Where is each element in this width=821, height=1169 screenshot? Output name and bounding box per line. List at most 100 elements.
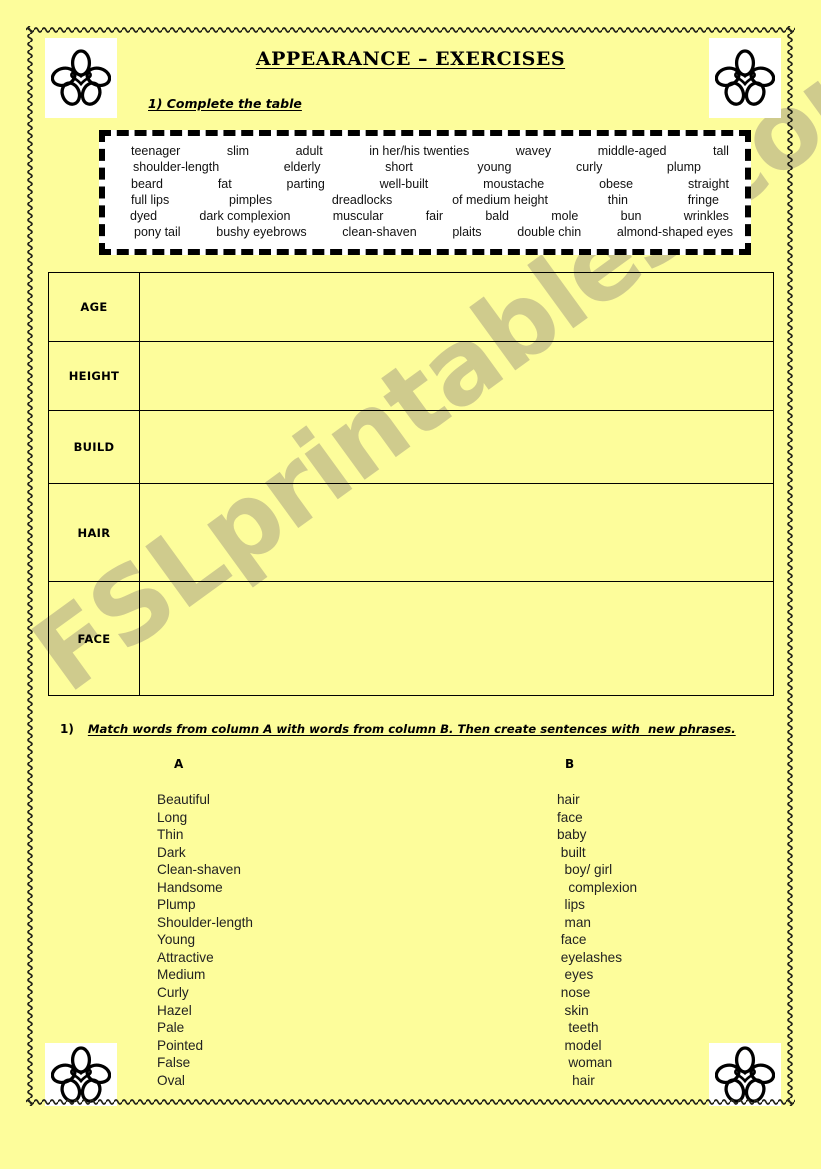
column-b-header: B [565, 757, 575, 771]
list-item[interactable]: hair [557, 1072, 637, 1090]
column-a-header: A [174, 757, 184, 771]
word-bank-word: almond-shaped eyes [616, 225, 733, 240]
list-item[interactable]: eyelashes [557, 949, 637, 967]
list-item[interactable]: Shoulder-length [157, 914, 253, 932]
table-row-label-face: FACE [48, 581, 140, 696]
word-bank-word: dreadlocks [331, 192, 393, 207]
list-item[interactable]: skin [557, 1002, 637, 1020]
word-bank-word: bushy eyebrows [216, 225, 307, 240]
word-bank-word: young [477, 160, 512, 175]
word-bank-word: tall [712, 144, 729, 158]
word-bank-word: parting [286, 176, 325, 191]
word-bank-word: shoulder-length [133, 160, 220, 175]
column-a-list: Beautiful Long Thin Dark Clean-shaven Ha… [157, 791, 253, 1089]
flower-heart-icon [45, 38, 117, 118]
word-bank-word: middle-aged [597, 144, 667, 158]
table-answer-cell-height[interactable] [138, 341, 775, 411]
list-item[interactable]: False [157, 1054, 253, 1072]
list-item[interactable]: Thin [157, 826, 253, 844]
list-item[interactable]: Clean-shaven [157, 861, 253, 879]
list-item[interactable]: Pale [157, 1019, 253, 1037]
word-bank-word: fringe [687, 192, 719, 207]
word-bank-word: well-built [379, 176, 429, 191]
list-item[interactable]: woman [557, 1054, 637, 1072]
word-bank-word: teenager [131, 144, 181, 158]
word-bank-word: pony tail [134, 225, 181, 240]
table-answer-cell-hair[interactable] [138, 483, 775, 582]
table-answer-cell-age[interactable] [138, 272, 775, 342]
list-item[interactable]: teeth [557, 1019, 637, 1037]
word-bank-row: shoulder-length elderly short young curl… [127, 159, 735, 175]
word-bank-word: pimples [229, 192, 273, 207]
list-item[interactable]: Oval [157, 1072, 253, 1090]
word-bank-word: moustache [483, 176, 545, 191]
list-item[interactable]: Long [157, 809, 253, 827]
word-bank-row: dyed dark complexion muscular fair bald … [127, 208, 735, 224]
table-row-label-hair: HAIR [48, 483, 140, 582]
exercise2-number: 1) [60, 722, 74, 736]
list-item[interactable]: model [557, 1037, 637, 1055]
page-title-text: APPEARANCE – EXERCISES [255, 48, 566, 70]
list-item[interactable]: face [557, 931, 637, 949]
word-bank-word: short [385, 160, 413, 175]
list-item[interactable]: Attractive [157, 949, 253, 967]
list-item[interactable]: Medium [157, 966, 253, 984]
list-item[interactable]: Young [157, 931, 253, 949]
word-bank-word: slim [226, 144, 250, 158]
table-answer-cell-face[interactable] [138, 581, 775, 696]
list-item[interactable]: Plump [157, 896, 253, 914]
table-row: AGE [48, 272, 775, 342]
list-item[interactable]: baby [557, 826, 637, 844]
list-item[interactable]: Curly [157, 984, 253, 1002]
word-bank-word: of medium height [452, 192, 548, 207]
word-bank-word: clean-shaven [342, 225, 417, 240]
flower-heart-icon [45, 1043, 117, 1106]
word-bank-word: dark complexion [199, 209, 291, 224]
word-bank-word: adult [295, 144, 323, 158]
list-item[interactable]: nose [557, 984, 637, 1002]
word-bank-row: pony tail bushy eyebrows clean-shaven pl… [127, 224, 735, 240]
word-bank-word: muscular [332, 209, 384, 224]
list-item[interactable]: man [557, 914, 637, 932]
list-item[interactable]: Dark [157, 844, 253, 862]
table-answer-cell-build[interactable] [138, 410, 775, 484]
list-item[interactable]: face [557, 809, 637, 827]
word-bank-word: straight [687, 176, 729, 191]
word-bank-word: dyed [130, 209, 158, 224]
list-item[interactable]: Beautiful [157, 791, 253, 809]
word-bank-word: plaits [452, 225, 482, 240]
table-row: HEIGHT [48, 341, 775, 411]
table-row: FACE [48, 581, 775, 696]
word-bank-word: bald [485, 209, 509, 224]
word-bank-word: mole [551, 209, 579, 224]
list-item[interactable]: built [557, 844, 637, 862]
word-bank-word: fair [425, 209, 444, 224]
column-b-list: hair face baby built boy/ girl complexio… [557, 791, 637, 1089]
list-item[interactable]: complexion [557, 879, 637, 897]
word-bank-word: thin [607, 192, 628, 207]
word-bank-word: full lips [131, 192, 170, 207]
appearance-category-table: AGE HEIGHT BUILD HAIR FACE [48, 272, 775, 696]
exercise1-instruction-text: 1) Complete the table [148, 96, 302, 111]
word-bank-word: elderly [283, 160, 321, 175]
table-row: BUILD [48, 410, 775, 484]
table-row-label-height: HEIGHT [48, 341, 140, 411]
list-item[interactable]: hair [557, 791, 637, 809]
word-bank-word: fat [217, 176, 232, 191]
word-bank-word: curly [575, 160, 603, 175]
exercise2-instruction: 1) Match words from column A with words … [60, 722, 736, 736]
flower-heart-icon [709, 38, 781, 118]
word-bank-row: teenager slim adult in her/his twenties … [127, 143, 735, 159]
word-bank-word: in her/his twenties [369, 144, 470, 158]
word-bank-word: wrinkles [683, 209, 729, 224]
list-item[interactable]: boy/ girl [557, 861, 637, 879]
list-item[interactable]: Hazel [157, 1002, 253, 1020]
word-bank-word: beard [131, 176, 163, 191]
list-item[interactable]: eyes [557, 966, 637, 984]
table-row-label-age: AGE [48, 272, 140, 342]
list-item[interactable]: Pointed [157, 1037, 253, 1055]
list-item[interactable]: Handsome [157, 879, 253, 897]
list-item[interactable]: lips [557, 896, 637, 914]
word-bank-word: double chin [517, 225, 582, 240]
word-bank: teenager slim adult in her/his twenties … [99, 130, 751, 255]
